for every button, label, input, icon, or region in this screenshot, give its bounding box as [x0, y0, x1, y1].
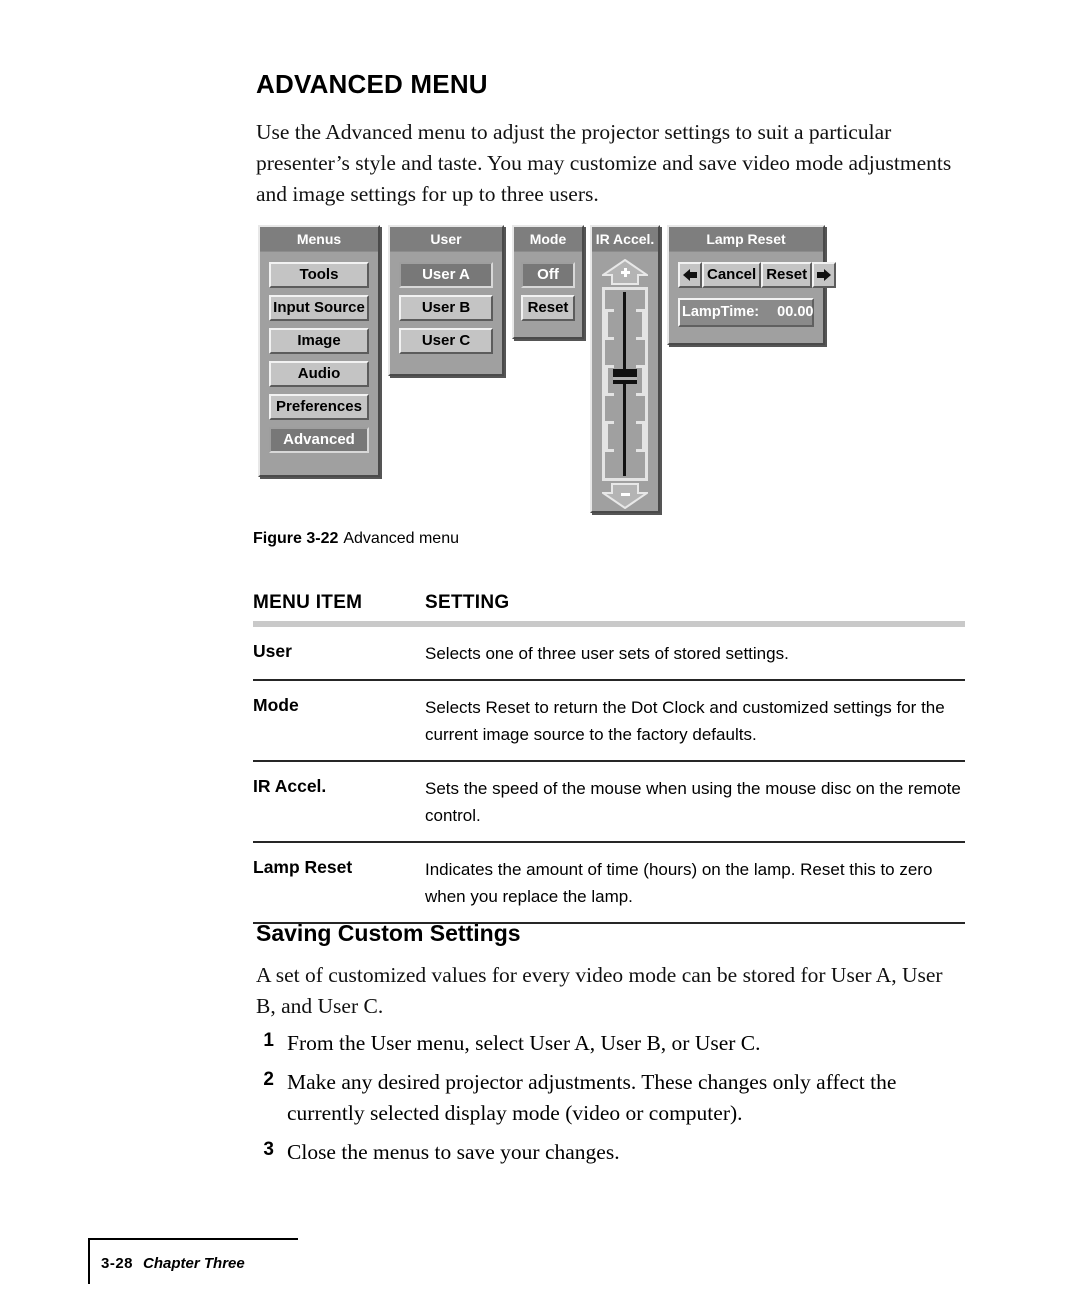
page-footer: 3-28 Chapter Three: [88, 1238, 298, 1284]
list-item: 3 Close the menus to save your changes.: [246, 1137, 956, 1168]
advanced-menu-figure: Menus Tools Input Source Image Audio Pre…: [0, 0, 1080, 520]
figure-caption-text: Advanced menu: [343, 530, 459, 547]
panel-lamp-reset-body: Cancel Reset LampTime: 00.00: [669, 252, 837, 343]
tick-vert-right-1: [642, 309, 645, 337]
tick-left-6: [605, 449, 614, 452]
step-text: Close the menus to save your changes.: [287, 1140, 620, 1164]
menu-item-advanced[interactable]: Advanced: [269, 427, 369, 453]
up-arrow-plus-icon[interactable]: [599, 258, 651, 285]
ir-accel-slider[interactable]: [592, 252, 658, 510]
panel-user: User User A User B User C: [388, 225, 504, 376]
user-item-a[interactable]: User A: [399, 262, 493, 288]
lamp-reset-button[interactable]: Reset: [761, 262, 813, 288]
panel-mode-title: Mode: [514, 227, 582, 252]
menu-item-tools[interactable]: Tools: [269, 262, 369, 288]
panel-menus-title: Menus: [260, 227, 378, 252]
saving-custom-settings-heading: Saving Custom Settings: [256, 920, 521, 946]
panel-menus-body: Tools Input Source Image Audio Preferenc…: [260, 252, 378, 475]
table-header-row: MENU ITEM SETTING: [253, 592, 965, 621]
step-number: 2: [263, 1069, 274, 1090]
table-row: Mode Selects Reset to return the Dot Clo…: [253, 681, 965, 762]
menu-item-audio[interactable]: Audio: [269, 361, 369, 387]
lamp-reset-button-row: Cancel Reset: [678, 262, 837, 288]
footer-text: 3-28 Chapter Three: [101, 1255, 245, 1272]
table-row: User Selects one of three user sets of s…: [253, 627, 965, 681]
panel-ir-accel: IR Accel.: [590, 225, 660, 513]
panel-user-title: User: [390, 227, 502, 252]
table-cell-item: Lamp Reset: [253, 857, 353, 877]
step-text: Make any desired projector adjustments. …: [287, 1070, 897, 1125]
down-arrow-minus-icon[interactable]: [599, 483, 651, 510]
footer-chapter: Chapter Three: [143, 1255, 245, 1272]
panel-lamp-reset: Lamp Reset Cancel Reset LampTime: 00.00: [667, 225, 837, 345]
lamp-cancel-button[interactable]: Cancel: [702, 262, 762, 288]
tick-right-6: [636, 449, 645, 452]
left-arrow-icon[interactable]: [678, 262, 702, 288]
table-cell-setting: Indicates the amount of time (hours) on …: [425, 860, 933, 906]
menu-item-preferences[interactable]: Preferences: [269, 394, 369, 420]
ir-accel-track[interactable]: [602, 287, 648, 481]
document-page: ADVANCED MENU Use the Advanced menu to a…: [0, 0, 1080, 1311]
figure-caption-label: Figure 3-22: [253, 530, 339, 547]
tick-vert-left-3: [605, 421, 608, 449]
saving-intro-paragraph: A set of customized values for every vid…: [256, 963, 943, 1018]
panel-user-body: User A User B User C: [390, 252, 502, 374]
panel-mode-body: Off Reset: [514, 252, 582, 337]
panel-menus: Menus Tools Input Source Image Audio Pre…: [258, 225, 380, 477]
slider-thumb[interactable]: [613, 369, 637, 384]
table-cell-setting: Selects Reset to return the Dot Clock an…: [425, 698, 945, 744]
mode-item-off[interactable]: Off: [521, 262, 575, 288]
table-cell-setting: Selects one of three user sets of stored…: [425, 644, 789, 663]
table-cell-item: Mode: [253, 695, 299, 715]
panel-lamp-reset-title: Lamp Reset: [669, 227, 823, 252]
tick-left-4: [605, 393, 614, 396]
right-arrow-icon[interactable]: [812, 262, 837, 288]
step-number: 1: [263, 1030, 274, 1051]
lamp-time-display: LampTime: 00.00: [678, 298, 814, 327]
table-cell-setting: Sets the speed of the mouse when using t…: [425, 779, 961, 825]
list-item: 1 From the User menu, select User A, Use…: [246, 1028, 956, 1059]
menu-item-image[interactable]: Image: [269, 328, 369, 354]
saving-steps-list: 1 From the User menu, select User A, Use…: [246, 1028, 956, 1176]
footer-vertical-bar: [88, 1238, 90, 1284]
step-text: From the User menu, select User A, User …: [287, 1031, 761, 1055]
lamp-time-label: LampTime:: [682, 304, 760, 320]
user-item-c[interactable]: User C: [399, 328, 493, 354]
step-number: 3: [263, 1139, 274, 1160]
table-row: IR Accel. Sets the speed of the mouse wh…: [253, 762, 965, 843]
footer-page-number: 3-28: [101, 1255, 134, 1272]
tick-vert-left-1: [605, 309, 608, 337]
tick-vert-left-2: [605, 365, 608, 393]
menu-item-input-source[interactable]: Input Source: [269, 295, 369, 321]
figure-caption: Figure 3-22 Advanced menu: [253, 530, 459, 548]
mode-item-reset[interactable]: Reset: [521, 295, 575, 321]
track-line: [623, 292, 626, 476]
panel-ir-accel-title: IR Accel.: [592, 227, 658, 252]
panel-mode: Mode Off Reset: [512, 225, 584, 339]
tick-vert-right-3: [642, 421, 645, 449]
tick-vert-right-2: [642, 365, 645, 393]
tick-right-4: [636, 393, 645, 396]
table-row: Lamp Reset Indicates the amount of time …: [253, 843, 965, 924]
tick-left-2: [605, 337, 614, 340]
table-header-menu-item: MENU ITEM: [253, 592, 363, 613]
table-header-setting: SETTING: [425, 592, 510, 613]
list-item: 2 Make any desired projector adjustments…: [246, 1067, 956, 1129]
table-cell-item: IR Accel.: [253, 776, 327, 796]
tick-right-2: [636, 337, 645, 340]
settings-table: MENU ITEM SETTING User Selects one of th…: [253, 592, 965, 924]
user-item-b[interactable]: User B: [399, 295, 493, 321]
lamp-time-value: 00.00: [777, 304, 814, 320]
footer-rule: [88, 1238, 298, 1240]
table-cell-item: User: [253, 641, 292, 661]
